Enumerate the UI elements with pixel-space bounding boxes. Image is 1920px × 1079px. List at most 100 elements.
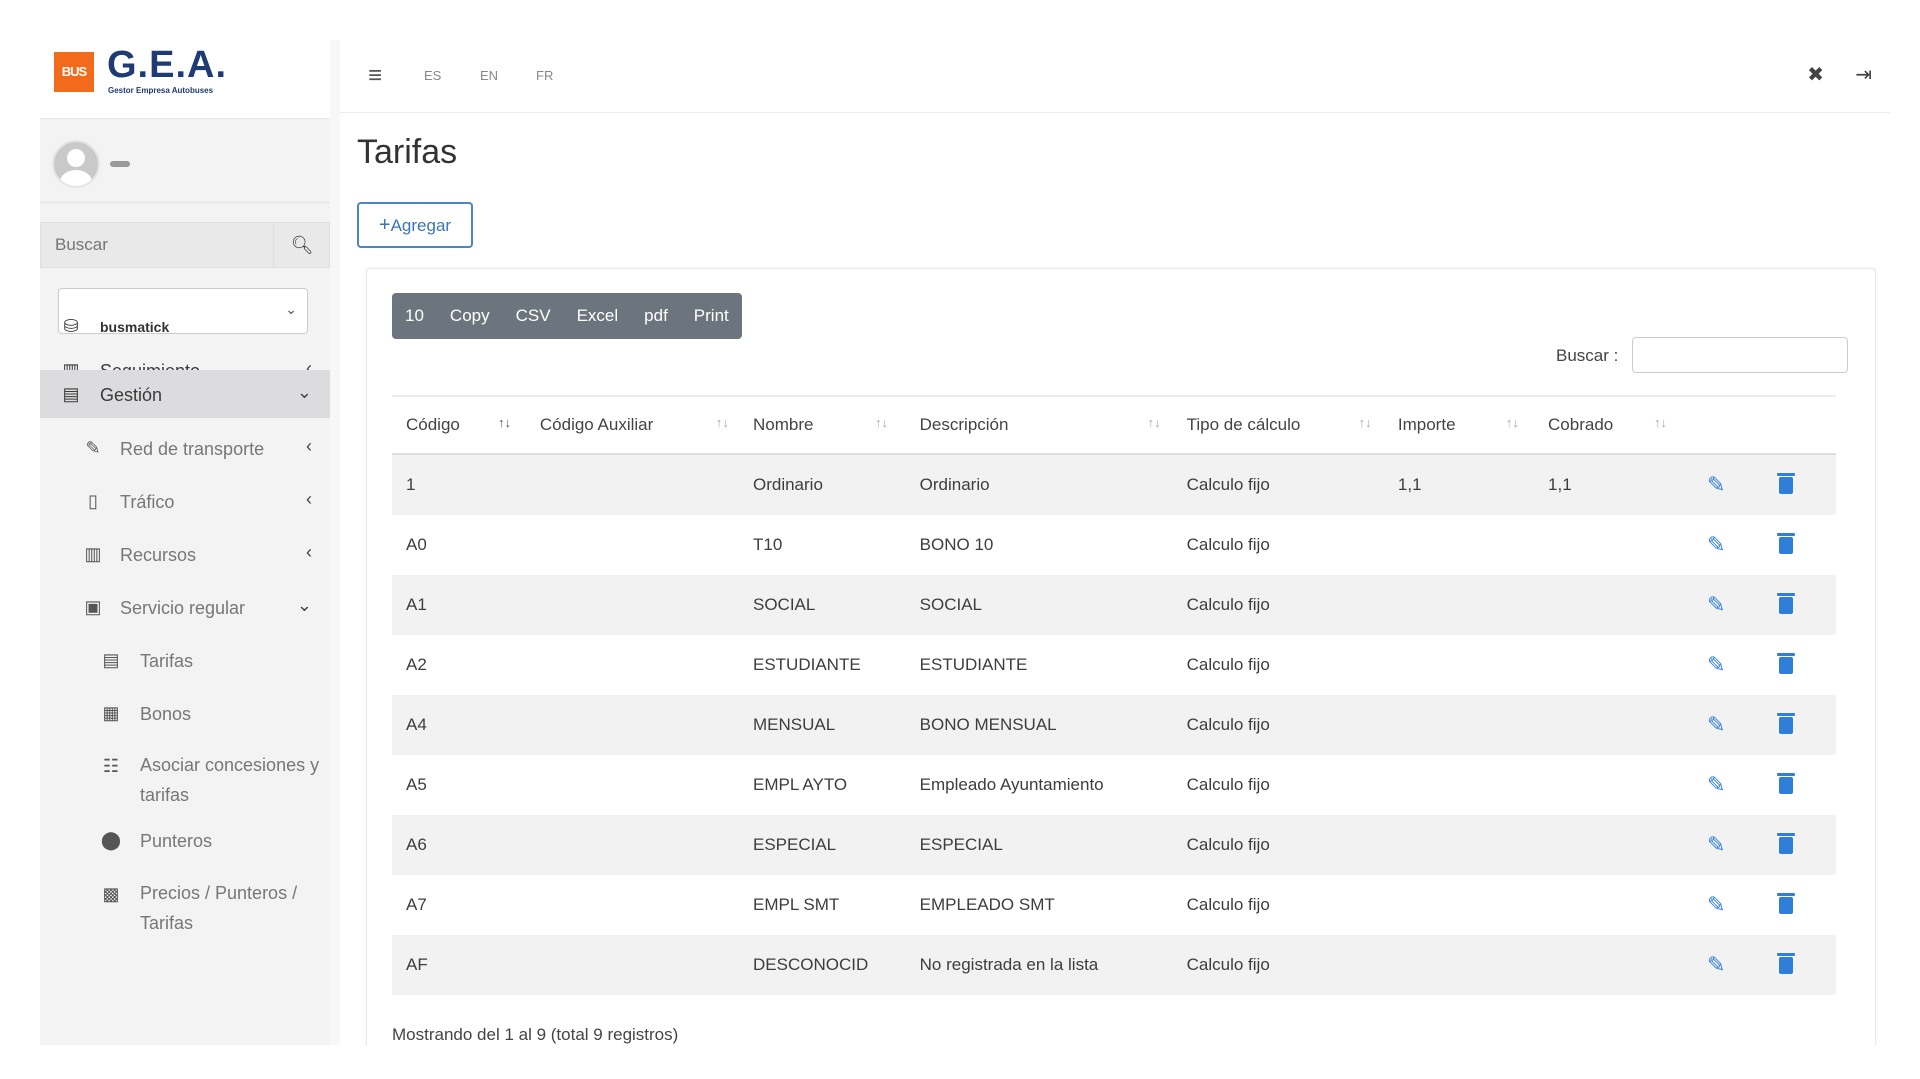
add-button[interactable]: +Agregar (357, 202, 473, 248)
table-cell: A0 (406, 535, 427, 554)
chevron-down-icon: ⌄ (296, 595, 312, 615)
copy-button[interactable]: Copy (437, 293, 503, 339)
table-info: Mostrando del 1 al 9 (total 9 registros) (392, 1025, 679, 1044)
hamburger-icon[interactable]: ≡ (368, 62, 382, 90)
chevron-left-icon: ‹ (306, 542, 312, 562)
books-icon: ▥ (84, 544, 102, 564)
edit-icon[interactable]: ✎ (1707, 472, 1725, 497)
brand-header[interactable]: BUS G.E.A. Gestor Empresa Autobuses (40, 40, 330, 119)
sidebar-item-label: Tráfico (120, 492, 175, 512)
col-tipo-calculo[interactable]: Tipo de cálculo ↑↓ (1172, 395, 1384, 455)
lang-es[interactable]: ES (424, 68, 441, 83)
table-row: AF DESCONOCID No registrada en la lista Cal… (392, 935, 1836, 995)
table-cell: 1,1 (1383, 454, 1535, 515)
user-name[interactable] (110, 154, 200, 167)
sidebar-item-red-de-transporte[interactable]: ✎ Red de transporte ‹ (40, 424, 330, 472)
col-codigo[interactable]: Código ↑↓ (392, 395, 526, 455)
table-cell (1383, 575, 1535, 635)
table-cell: Calculo fijo (1186, 535, 1270, 554)
edit-cell: ✎ (1693, 635, 1765, 695)
trash-icon[interactable] (1776, 593, 1795, 614)
col-importe[interactable]: Importe ↑↓ (1383, 395, 1535, 455)
sidebar-item-company[interactable]: ⛁ busmatick (40, 302, 330, 350)
pdf-button[interactable]: pdf (631, 293, 681, 339)
table-cell: ESPECIAL (738, 815, 906, 875)
col-label: Cobrado (1548, 415, 1614, 434)
sidebar-item-servicio-regular[interactable]: ▣ Servicio regular ⌄ (40, 583, 330, 631)
col-delete (1764, 395, 1836, 455)
table-header-row: Código ↑↓ Código Auxiliar ↑↓ Nombre ↑↓ Desc… (392, 395, 1836, 455)
trash-icon[interactable] (1776, 833, 1795, 854)
edit-icon[interactable]: ✎ (1707, 892, 1725, 917)
table-cell (1384, 755, 1534, 815)
table-cell: Calculo fijo (1186, 895, 1270, 914)
trash-icon[interactable] (1776, 653, 1795, 674)
sidebar-item-punteros[interactable]: ⬤ Punteros (40, 816, 330, 864)
table-cell: Empleado Ayuntamiento (919, 775, 1104, 794)
excel-button[interactable]: Excel (564, 293, 632, 339)
edit-cell: ✎ (1693, 695, 1765, 755)
table-cell: A2 (406, 655, 427, 674)
table-cell (1384, 515, 1534, 575)
table-cell: A1 (392, 575, 526, 635)
sidebar-item-label: Red de transporte (120, 439, 265, 459)
delete-cell (1765, 635, 1836, 695)
sidebar-item-trafico[interactable]: ▯ Tráfico ‹ (40, 477, 330, 525)
table-cell: Ordinario (905, 454, 1173, 515)
page-length-button[interactable]: 10 (392, 293, 437, 339)
table-cell: EMPL SMT (752, 895, 840, 914)
print-button[interactable]: Print (681, 293, 742, 339)
table-body: 1 Ordinario Ordinario Calculo fijo 1,1 1,1 ✎ A0… (392, 454, 1836, 995)
table-cell: T10 (752, 535, 783, 554)
sidebar-item-asociar[interactable]: ☷ Asociar concesiones y tarifas (40, 742, 330, 812)
card-icon: ▦ (102, 703, 120, 723)
sidebar-item-label: Recursos (120, 545, 197, 565)
sidebar-item-gestion[interactable]: ▤ Gestión ⌄ (40, 370, 330, 418)
delete-cell (1765, 755, 1836, 815)
trash-icon[interactable] (1776, 713, 1795, 734)
sidebar-search-input[interactable] (41, 223, 273, 267)
edit-icon[interactable]: ✎ (1707, 832, 1725, 857)
trash-icon[interactable] (1776, 893, 1795, 914)
sidebar-item-tarifas[interactable]: ▤ Tarifas (40, 636, 330, 684)
table-cell (526, 755, 739, 815)
edit-icon[interactable]: ✎ (1707, 592, 1725, 617)
col-label: Importe (1397, 415, 1456, 434)
edit-icon[interactable]: ✎ (1707, 772, 1725, 797)
edit-icon[interactable]: ✎ (1707, 532, 1725, 557)
avatar[interactable] (52, 140, 100, 188)
fullscreen-icon[interactable]: ✖ (1807, 62, 1824, 87)
sort-icon: ↑↓ (1505, 415, 1519, 430)
logout-icon[interactable]: ⇥ (1855, 62, 1872, 87)
logo: BUS (54, 52, 94, 92)
col-nombre[interactable]: Nombre ↑↓ (738, 395, 906, 455)
trash-icon[interactable] (1776, 953, 1795, 974)
edit-icon[interactable]: ✎ (1707, 952, 1725, 977)
lang-en[interactable]: EN (480, 68, 498, 83)
sidebar-item-bonos[interactable]: ▦ Bonos (40, 689, 330, 737)
table-cell: 1 (392, 454, 526, 515)
sidebar-item-precios[interactable]: ▩ Precios / Punteros / Tarifas (40, 870, 330, 940)
edit-icon[interactable]: ✎ (1707, 652, 1725, 677)
col-label: Descripción (919, 415, 1009, 434)
topbar: ≡ ES EN FR ✖ ⇥ (340, 40, 1890, 113)
table-cell: A5 (406, 775, 427, 794)
table-search-input[interactable] (1632, 337, 1848, 373)
col-codigo-auxiliar[interactable]: Código Auxiliar ↑↓ (525, 395, 739, 455)
table-cell (1534, 575, 1694, 635)
sidebar-item-recursos[interactable]: ▥ Recursos ‹ (40, 530, 330, 578)
sort-icon: ↑↓ (1654, 415, 1668, 430)
lang-fr[interactable]: FR (536, 68, 553, 83)
edit-icon[interactable]: ✎ (1707, 712, 1725, 737)
table-row: A5 EMPL AYTO Empleado Ayuntamiento Calculo … (392, 755, 1836, 815)
edit-cell: ✎ (1693, 815, 1765, 875)
trash-icon[interactable] (1776, 473, 1795, 494)
trash-icon[interactable] (1776, 533, 1795, 554)
csv-button[interactable]: CSV (503, 293, 564, 339)
trash-icon[interactable] (1776, 773, 1795, 794)
table-cell (525, 575, 739, 635)
search-icon[interactable]: 🔍︎ (273, 223, 330, 267)
col-cobrado[interactable]: Cobrado ↑↓ (1534, 395, 1694, 455)
table-cell: Calculo fijo (1172, 575, 1384, 635)
col-descripcion[interactable]: Descripción ↑↓ (905, 395, 1173, 455)
